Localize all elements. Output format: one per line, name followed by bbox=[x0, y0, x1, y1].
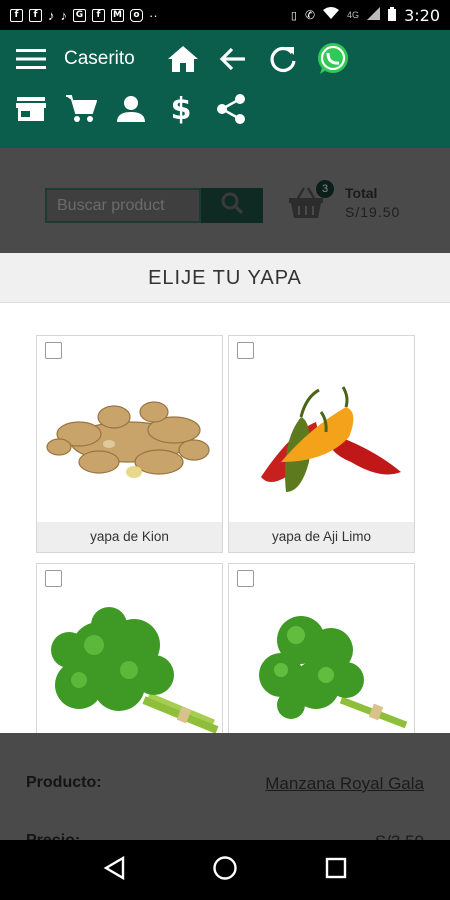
signal-icon bbox=[367, 7, 381, 23]
yapa-card-3[interactable] bbox=[36, 563, 223, 733]
instagram-icon: o bbox=[130, 8, 143, 22]
refresh-icon[interactable] bbox=[266, 42, 300, 76]
yapa-label: yapa de Aji Limo bbox=[229, 522, 414, 552]
search-input[interactable]: Buscar product bbox=[45, 188, 201, 223]
total-label: Total bbox=[345, 185, 378, 201]
back-nav-button[interactable] bbox=[103, 855, 125, 885]
recents-nav-button[interactable] bbox=[325, 857, 347, 884]
battery-icon bbox=[388, 6, 397, 24]
yapa-checkbox[interactable] bbox=[237, 342, 254, 359]
system-nav-bar bbox=[0, 840, 450, 900]
back-arrow-icon[interactable] bbox=[216, 42, 250, 76]
basket-button[interactable]: 3 bbox=[288, 180, 334, 224]
wifi-icon bbox=[323, 7, 340, 23]
yapa-checkbox[interactable] bbox=[237, 570, 254, 587]
tiktok-icon: ♪ bbox=[60, 7, 68, 23]
dollar-icon[interactable]: $ bbox=[164, 92, 198, 127]
network-type: 4G bbox=[347, 10, 360, 20]
modal-title: ELIJE TU YAPA bbox=[0, 253, 450, 303]
yapa-card-kion[interactable]: yapa de Kion bbox=[36, 335, 223, 553]
share-icon[interactable] bbox=[214, 92, 248, 126]
cart-icon[interactable] bbox=[64, 92, 98, 126]
app-title: Caserito bbox=[64, 48, 135, 69]
call-icon: ✆ bbox=[304, 8, 316, 22]
facebook-icon: f bbox=[92, 8, 105, 22]
total-value: S/19.50 bbox=[345, 204, 401, 220]
home-icon[interactable] bbox=[166, 42, 200, 76]
more-icon: ·· bbox=[149, 7, 158, 23]
news-icon: G bbox=[73, 8, 86, 22]
yapa-checkbox[interactable] bbox=[45, 342, 62, 359]
mail-icon: M bbox=[111, 8, 124, 22]
vibrate-icon: ▯ bbox=[290, 9, 297, 22]
store-icon[interactable] bbox=[14, 92, 48, 126]
ginger-image bbox=[39, 362, 220, 522]
facebook-icon: f bbox=[29, 8, 42, 22]
basket-icon bbox=[288, 187, 324, 224]
cilantro-image bbox=[231, 590, 412, 733]
search-placeholder: Buscar product bbox=[57, 197, 165, 214]
product-label: Producto: bbox=[26, 774, 102, 791]
search-icon bbox=[221, 192, 244, 219]
yapa-modal: ELIJE TU YAPA yapa de Kion yapa de Aji L… bbox=[0, 253, 450, 733]
search-button[interactable] bbox=[201, 188, 263, 223]
home-nav-button[interactable] bbox=[212, 855, 238, 886]
yapa-checkbox[interactable] bbox=[45, 570, 62, 587]
app-header: Caserito $ bbox=[0, 30, 450, 148]
product-link[interactable]: Manzana Royal Gala bbox=[265, 774, 424, 794]
whatsapp-icon[interactable] bbox=[316, 42, 350, 76]
notification-icons: f f ♪ ♪ G f M o ·· bbox=[10, 8, 158, 23]
facebook-icon: f bbox=[10, 8, 23, 22]
tiktok-icon: ♪ bbox=[48, 7, 55, 23]
product-detail-row: Producto: Manzana Royal Gala bbox=[0, 760, 450, 806]
yapa-card-4[interactable] bbox=[228, 563, 415, 733]
clock: 3:20 bbox=[404, 5, 440, 25]
parsley-image bbox=[39, 590, 220, 733]
chili-image bbox=[231, 362, 412, 522]
cart-count-badge: 3 bbox=[316, 180, 334, 198]
yapa-card-aji-limo[interactable]: yapa de Aji Limo bbox=[228, 335, 415, 553]
yapa-label: yapa de Kion bbox=[37, 522, 222, 552]
status-bar: f f ♪ ♪ G f M o ·· ▯ ✆ 4G 3:20 bbox=[0, 0, 450, 30]
user-icon[interactable] bbox=[114, 92, 148, 126]
menu-icon[interactable] bbox=[14, 42, 48, 76]
